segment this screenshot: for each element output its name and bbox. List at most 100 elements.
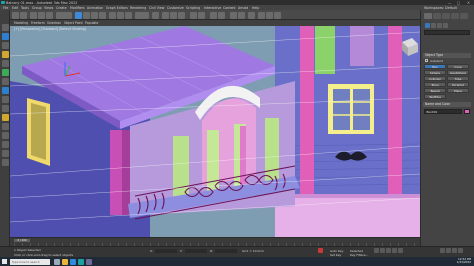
reference-coordinate-dropdown[interactable] — [135, 11, 149, 19]
menu-tools[interactable]: Tools — [21, 6, 29, 10]
rotate-icon[interactable] — [117, 11, 124, 19]
select-by-name-icon[interactable] — [83, 11, 90, 19]
menu-scripting[interactable]: Scripting — [186, 6, 200, 10]
shapes-category-icon[interactable] — [431, 23, 436, 28]
box-button[interactable]: Box — [424, 64, 446, 69]
next-frame-icon[interactable] — [392, 248, 397, 253]
ribbon-tab-modeling[interactable]: Modeling — [14, 21, 28, 25]
shapes-icon[interactable] — [1, 78, 9, 85]
ribbon-tab-populate[interactable]: Populate — [85, 21, 98, 25]
geometry-category-icon[interactable] — [425, 23, 430, 28]
zoom-icon[interactable] — [440, 248, 445, 253]
orbit-icon[interactable] — [446, 248, 451, 253]
display-tab-icon[interactable] — [460, 13, 468, 19]
menu-arnold[interactable]: Arnold — [238, 6, 248, 10]
menu-interactive[interactable]: Interactive — [204, 6, 221, 10]
snap-toggle-icon[interactable] — [162, 11, 169, 19]
torus-button[interactable]: Torus — [424, 82, 446, 87]
mirror-icon[interactable] — [190, 11, 197, 19]
previous-frame-icon[interactable] — [380, 248, 385, 253]
cameras-category-icon[interactable] — [443, 23, 448, 28]
cameras-icon[interactable] — [1, 60, 9, 67]
subcategory-dropdown[interactable] — [424, 30, 470, 35]
z-coordinate-field[interactable] — [215, 248, 237, 253]
selected-dropdown[interactable]: Selected — [350, 249, 363, 253]
menu-create[interactable]: Create — [56, 6, 67, 10]
layer-icon[interactable] — [1, 123, 9, 130]
tube-button[interactable]: Tube — [447, 76, 469, 81]
menu-customize[interactable]: Customize — [167, 6, 184, 10]
space-warps-icon[interactable] — [1, 96, 9, 103]
play-icon[interactable] — [386, 248, 391, 253]
go-to-start-icon[interactable] — [374, 248, 379, 253]
viewport-layout-icon[interactable] — [1, 114, 9, 121]
textplus-button[interactable]: TextPlus — [424, 94, 446, 99]
geosphere-button[interactable]: GeoSphere — [447, 70, 469, 75]
3dsmax-taskbar-icon[interactable] — [78, 258, 84, 265]
y-coordinate-field[interactable] — [185, 248, 207, 253]
task-view-icon[interactable] — [54, 258, 60, 265]
scale-icon[interactable] — [125, 11, 132, 19]
taskbar-clock[interactable]: 12:52 PM 1/23/2022 — [457, 257, 471, 265]
ribbon-tab-selection[interactable]: Selection — [47, 21, 61, 25]
undo-icon[interactable] — [12, 11, 19, 19]
render-setup-icon[interactable] — [258, 11, 265, 19]
ribbon-tab-object-paint[interactable]: Object Paint — [64, 21, 83, 25]
pyramid-button[interactable]: Pyramid — [447, 82, 469, 87]
lights-icon[interactable] — [1, 51, 9, 58]
plane-button[interactable]: Plane — [447, 88, 469, 93]
schematic-view-icon[interactable] — [238, 11, 245, 19]
link-icon[interactable] — [30, 11, 37, 19]
viewport-label[interactable]: [+] [Perspective] [Standard] [Default Sh… — [14, 27, 86, 31]
window-crossing-icon[interactable] — [99, 11, 106, 19]
rollout-name-and-color[interactable]: Name and Color — [423, 102, 471, 107]
redo-icon[interactable] — [20, 11, 27, 19]
autogrid-checkbox[interactable] — [425, 59, 428, 62]
material-editor-icon[interactable] — [248, 11, 255, 19]
curve-editor-icon[interactable] — [230, 11, 237, 19]
render-production-icon[interactable] — [274, 11, 281, 19]
cylinder-button[interactable]: Cylinder — [424, 76, 446, 81]
menu-views[interactable]: Views — [44, 6, 53, 10]
hierarchy-tab-icon[interactable] — [442, 13, 450, 19]
windows-start-icon[interactable] — [2, 259, 7, 264]
rollout-object-type[interactable]: Object Type — [423, 53, 471, 58]
percent-snap-icon[interactable] — [178, 11, 185, 19]
rendered-frame-window-icon[interactable] — [266, 11, 273, 19]
angle-snap-icon[interactable] — [170, 11, 177, 19]
create-tab-icon[interactable] — [424, 13, 432, 19]
utilities-icon[interactable] — [1, 159, 9, 166]
helpers-icon[interactable] — [1, 69, 9, 76]
perspective-viewport[interactable] — [10, 26, 420, 237]
file-explorer-icon[interactable] — [62, 258, 68, 265]
auto-key-button[interactable]: Auto Key — [330, 249, 343, 253]
menu-rendering[interactable]: Rendering — [130, 6, 146, 10]
set-key-icon[interactable] — [318, 248, 323, 253]
browser-icon[interactable] — [70, 258, 76, 265]
ribbon-tab-freeform[interactable]: Freeform — [31, 21, 45, 25]
menu-file[interactable]: File — [3, 6, 8, 10]
store-icon[interactable] — [86, 258, 92, 265]
menu-group[interactable]: Group — [32, 6, 42, 10]
hierarchy-icon[interactable] — [1, 132, 9, 139]
select-object-icon[interactable] — [75, 11, 82, 19]
x-coordinate-field[interactable] — [155, 248, 177, 253]
display-icon[interactable] — [1, 150, 9, 157]
unlink-icon[interactable] — [38, 11, 45, 19]
move-icon[interactable] — [109, 11, 116, 19]
isolate-selection-icon[interactable] — [1, 42, 9, 49]
cone-button[interactable]: Cone — [447, 64, 469, 69]
bind-space-warp-icon[interactable] — [46, 11, 53, 19]
systems-icon[interactable] — [1, 105, 9, 112]
menu-graph-editors[interactable]: Graph Editors — [106, 6, 128, 10]
go-to-end-icon[interactable] — [398, 248, 403, 253]
sphere-button[interactable]: Sphere — [424, 70, 446, 75]
layer-explorer-icon[interactable] — [218, 11, 225, 19]
maximize-viewport-icon[interactable] — [458, 248, 463, 253]
object-color-swatch[interactable] — [464, 109, 470, 114]
menu-animation[interactable]: Animation — [87, 6, 103, 10]
motion-icon[interactable] — [1, 141, 9, 148]
lights-category-icon[interactable] — [437, 23, 442, 28]
selection-filter-dropdown[interactable] — [56, 11, 72, 19]
menu-civil-view[interactable]: Civil View — [149, 6, 164, 10]
